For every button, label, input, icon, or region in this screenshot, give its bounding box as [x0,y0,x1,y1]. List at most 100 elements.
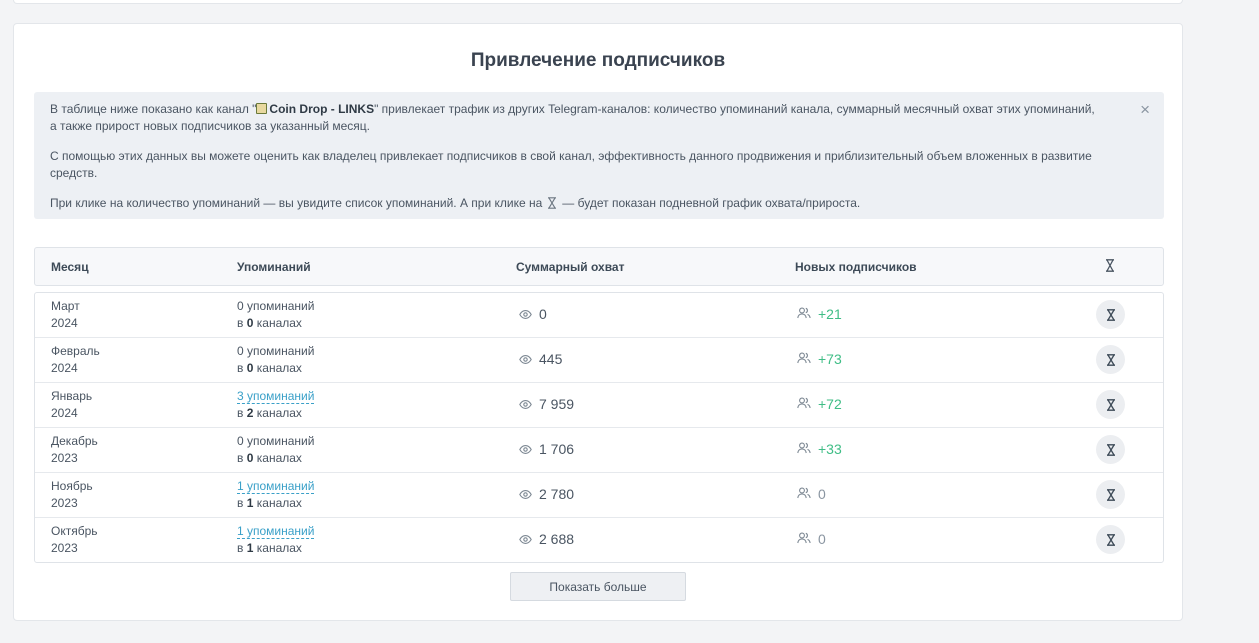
hourglass-icon [1106,443,1116,456]
subs-cell: 0 [797,486,826,502]
mentions-cell: 0 упоминаний в 0 каналах [237,433,314,467]
reach-value: 2 688 [539,531,575,547]
month-cell: Январь 2024 [51,388,92,422]
month-year: 2024 [51,361,78,375]
users-icon [797,306,811,322]
info-paragraph-1: В таблице ниже показано как канал " Coin … [50,102,1095,133]
reach-value: 2 780 [539,486,575,502]
daily-chart-button[interactable] [1096,300,1125,329]
users-icon [797,531,811,547]
users-icon [797,486,811,502]
eye-icon [519,306,532,322]
eye-icon [519,396,532,412]
month-cell: Декабрь 2023 [51,433,98,467]
month-year: 2023 [51,541,78,555]
table-row: Февраль 2024 0 упоминаний в 0 каналах 445 +73 [35,338,1163,383]
eye-icon [519,441,532,457]
mentions-count: 0 упоминаний [237,299,315,313]
month-cell: Февраль 2024 [51,343,100,377]
table-row: Ноябрь 2023 1 упоминаний в 1 каналах 2 780 0 [35,473,1163,518]
mentions-count: 0 упоминаний [237,344,315,358]
header-month: Месяц [51,260,89,274]
channels-count: в 1 каналах [237,541,302,555]
hourglass-icon [1105,259,1115,275]
subs-value: 0 [818,486,826,502]
reach-value: 7 959 [539,396,575,412]
header-mentions: Упоминаний [237,260,311,274]
table-row: Декабрь 2023 0 упоминаний в 0 каналах 1 706 +… [35,428,1163,473]
month-cell: Октябрь 2023 [51,523,98,557]
reach-cell: 7 959 [519,396,574,412]
month-name: Декабрь [51,434,98,448]
month-name: Февраль [51,344,100,358]
hourglass-icon [547,197,557,214]
previous-card-edge [13,0,1183,4]
daily-chart-button[interactable] [1096,525,1125,554]
subs-value: +21 [818,306,842,322]
subs-cell: +72 [797,396,842,412]
info-paragraph-3: При клике на количество упоминаний — вы … [50,195,1104,214]
channel-name: Coin Drop - LINKS [269,102,375,116]
daily-chart-button[interactable] [1096,435,1125,464]
header-reach: Суммарный охват [516,260,625,274]
info-panel: × В таблице ниже показано как канал " Coi… [34,92,1164,219]
month-name: Март [51,299,80,313]
table-row: Март 2024 0 упоминаний в 0 каналах 0 +21 [35,293,1163,338]
channels-count: в 2 каналах [237,406,302,420]
users-icon [797,351,811,367]
users-icon [797,441,811,457]
mentions-count: 0 упоминаний [237,434,315,448]
reach-value: 1 706 [539,441,575,457]
mentions-cell: 0 упоминаний в 0 каналах [237,298,314,332]
month-cell: Март 2024 [51,298,80,332]
mentions-link[interactable]: 3 упоминаний [237,389,315,404]
table-row: Январь 2024 3 упоминаний в 2 каналах 7 959 +7… [35,383,1163,428]
hourglass-icon [1106,398,1116,411]
subscribers-attraction-card: Привлечение подписчиков × В таблице ниже… [13,23,1183,621]
reach-cell: 2 688 [519,531,574,547]
hourglass-icon [1106,308,1116,321]
hourglass-icon [1106,353,1116,366]
subs-value: +72 [818,396,842,412]
show-more-button[interactable]: Показать больше [510,572,686,601]
subs-value: +33 [818,441,842,457]
month-name: Октябрь [51,524,98,538]
channel-emoji-icon [256,103,268,114]
subs-value: 0 [818,531,826,547]
month-year: 2024 [51,316,78,330]
subs-cell: +21 [797,306,842,322]
month-year: 2024 [51,406,78,420]
reach-cell: 1 706 [519,441,574,457]
card-title: Привлечение подписчиков [470,50,726,71]
mentions-cell: 0 упоминаний в 0 каналах [237,343,314,377]
daily-chart-button[interactable] [1096,345,1125,374]
mentions-cell: 1 упоминаний в 1 каналах [237,478,315,512]
eye-icon [519,531,532,547]
month-year: 2023 [51,451,78,465]
mentions-cell: 3 упоминаний в 2 каналах [237,388,315,422]
channels-count: в 0 каналах [237,451,302,465]
eye-icon [519,351,532,367]
mentions-cell: 1 упоминаний в 1 каналах [237,523,315,557]
subs-cell: +73 [797,351,842,367]
month-name: Январь [51,389,93,403]
daily-chart-button[interactable] [1096,480,1125,509]
channels-count: в 0 каналах [237,316,302,330]
reach-cell: 445 [519,351,562,367]
table-header: Месяц Упоминаний Суммарный охват Новых п… [34,247,1164,286]
subs-cell: 0 [797,531,826,547]
subs-cell: +33 [797,441,842,457]
mentions-link[interactable]: 1 упоминаний [237,479,315,494]
hourglass-icon [1106,533,1116,546]
month-year: 2023 [51,496,78,510]
daily-chart-button[interactable] [1096,390,1125,419]
table-row: Октябрь 2023 1 упоминаний в 1 каналах 2 688 0 [35,518,1163,563]
subs-value: +73 [818,351,842,367]
month-cell: Ноябрь 2023 [51,478,93,512]
hourglass-icon [1106,488,1116,501]
mentions-link[interactable]: 1 упоминаний [237,524,315,539]
close-icon[interactable]: × [1140,101,1150,118]
info-paragraph-2: С помощью этих данных вы можете оценить … [50,149,1092,180]
channels-count: в 1 каналах [237,496,302,510]
table-body: Март 2024 0 упоминаний в 0 каналах 0 +21 Февра… [34,292,1164,563]
